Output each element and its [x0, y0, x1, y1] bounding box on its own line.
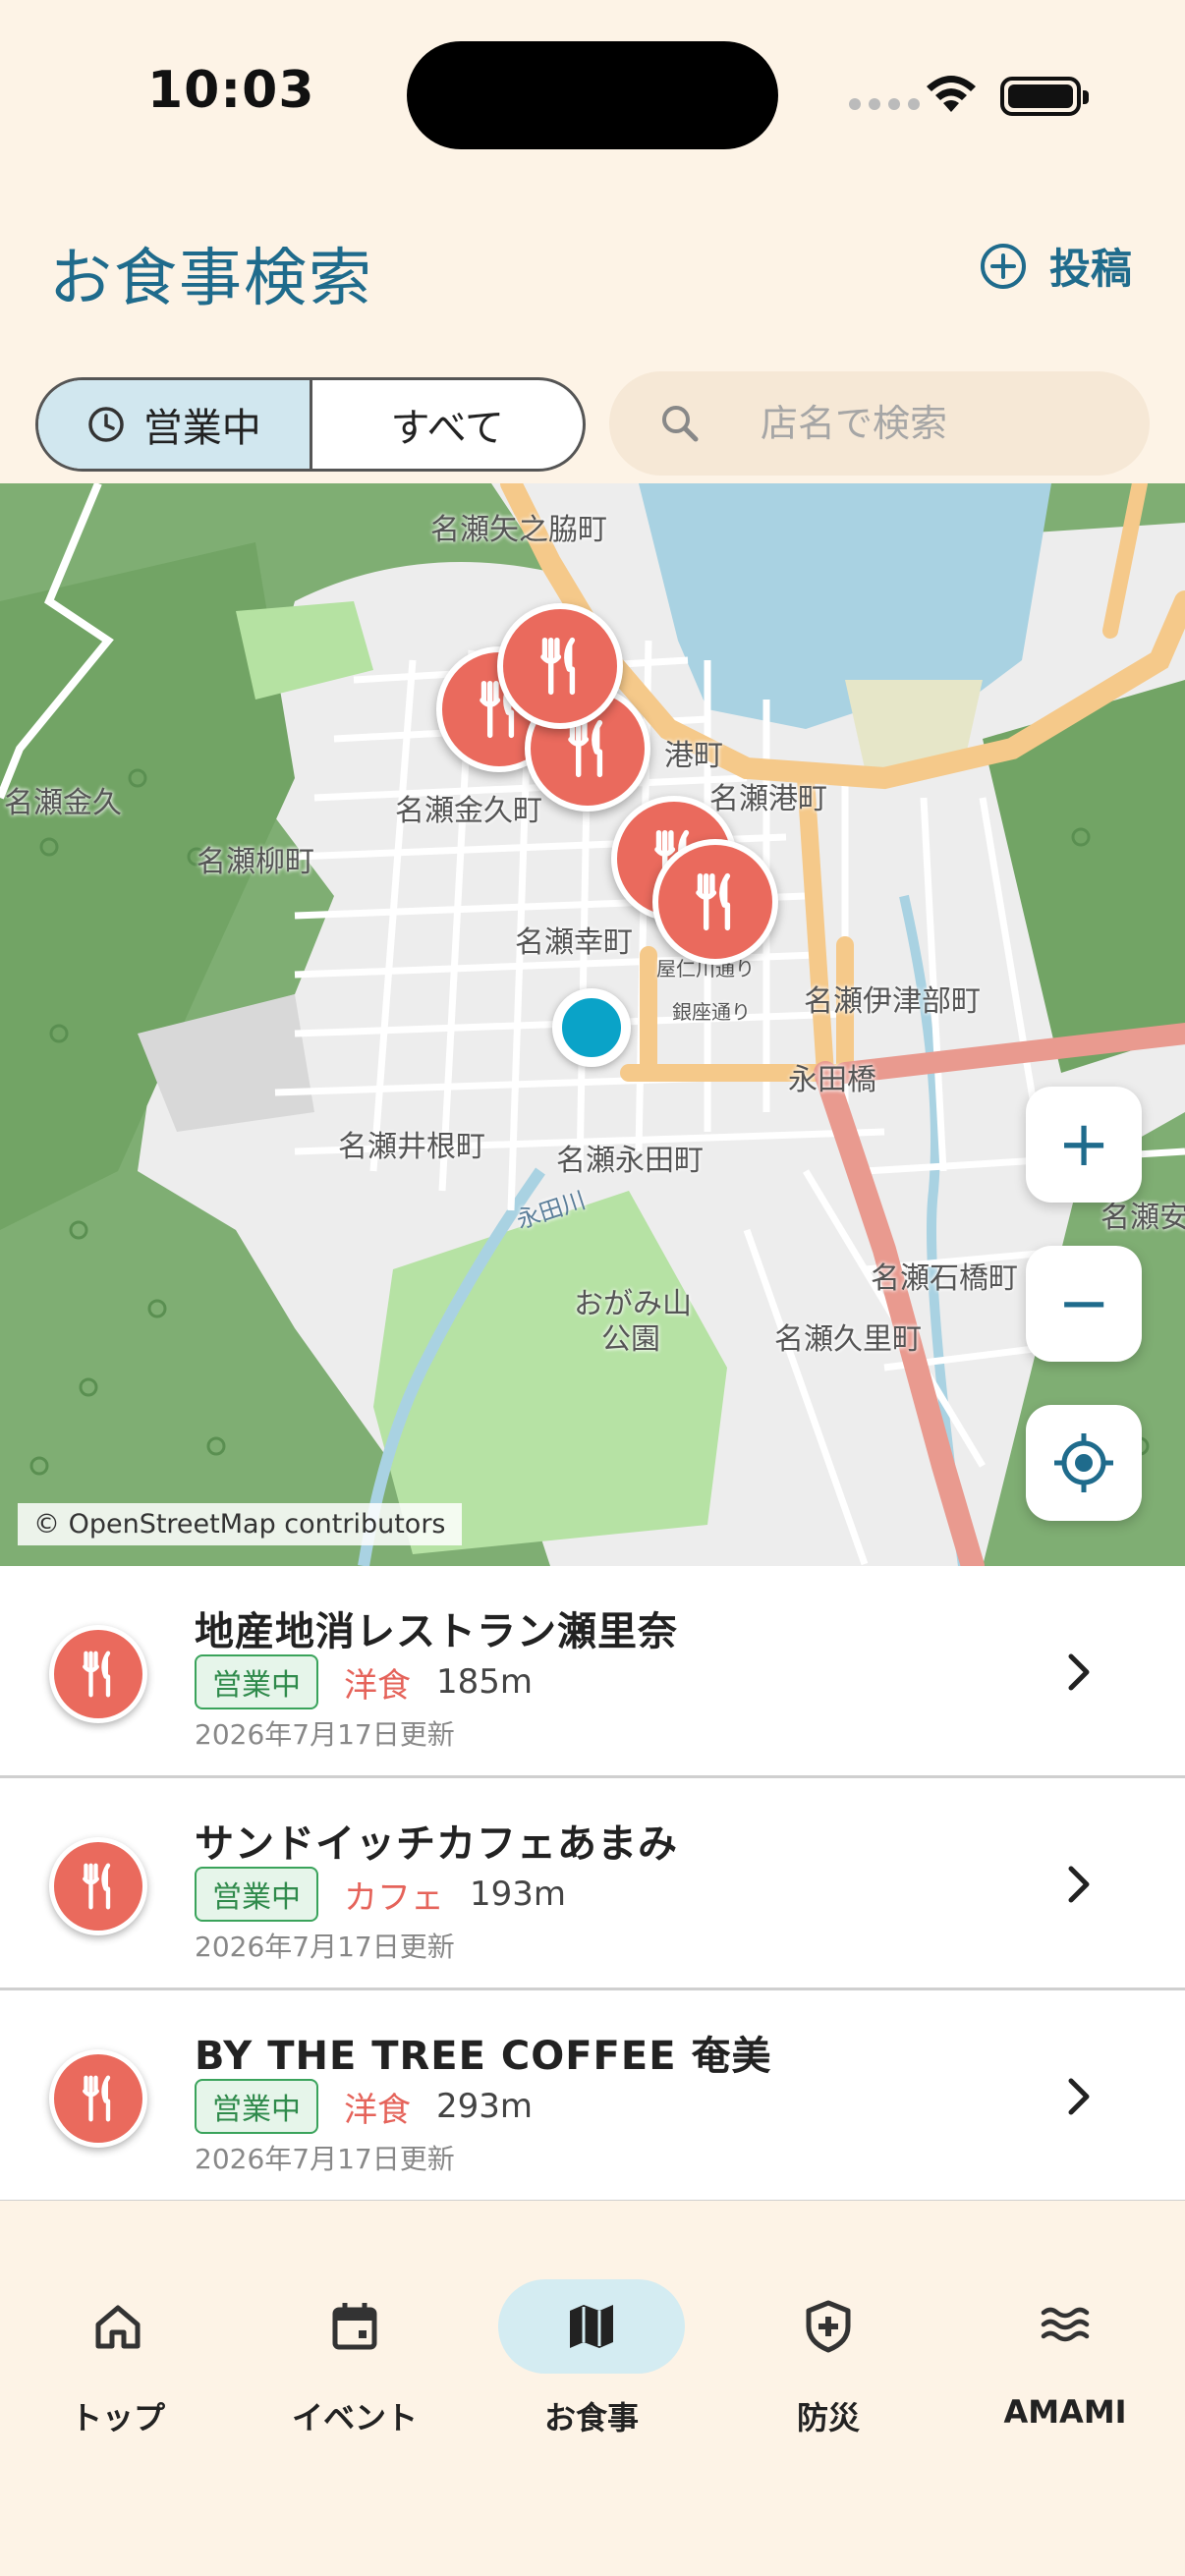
- restaurant-updated: 2026年7月17日更新: [195, 1931, 455, 1963]
- restaurant-meta: 営業中 カフェ 193m: [195, 1867, 566, 1922]
- restaurant-category: 洋食: [344, 2090, 411, 2130]
- restaurant-pin[interactable]: [652, 839, 778, 965]
- restaurant-meta: 営業中 洋食 185m: [195, 1654, 533, 1709]
- calendar-icon: [261, 2279, 448, 2374]
- waves-icon: [972, 2279, 1158, 2374]
- restaurant-row[interactable]: 地産地消レストラン瀬里奈 営業中 洋食 185m 2026年7月17日更新: [0, 1566, 1185, 1778]
- restaurant-list: 地産地消レストラン瀬里奈 営業中 洋食 185m 2026年7月17日更新 サン…: [0, 1566, 1185, 2203]
- chevron-right-icon: [1068, 2078, 1090, 2115]
- filter-open-now[interactable]: 営業中: [38, 380, 312, 469]
- map-label: 名瀬金久町: [395, 794, 542, 828]
- restaurant-distance: 185m: [436, 1662, 534, 1702]
- restaurant-distance: 293m: [436, 2087, 534, 2126]
- bottom-tab-bar: トップ イベント お食事 防災 AMAMI: [0, 2201, 1185, 2576]
- post-button-label: 投稿: [1049, 245, 1133, 293]
- map-label: 名瀬井根町: [338, 1130, 485, 1164]
- status-badge: 営業中: [195, 1654, 318, 1709]
- battery-icon: [1000, 77, 1089, 116]
- map-label: 名瀬永田町: [556, 1144, 704, 1178]
- restaurant-updated: 2026年7月17日更新: [195, 1718, 455, 1751]
- dynamic-island: [407, 41, 778, 149]
- tab-label: イベント: [291, 2399, 418, 2436]
- shield-plus-icon: [735, 2279, 922, 2374]
- fork-knife-icon: [540, 637, 576, 696]
- status-badge: 営業中: [195, 1867, 318, 1922]
- tab-food[interactable]: お食事: [493, 2279, 690, 2446]
- status-bar: 10:03: [0, 0, 1185, 196]
- restaurant-distance: 193m: [470, 1875, 567, 1914]
- restaurant-name: BY THE TREE COFFEE 奄美: [195, 2034, 772, 2079]
- tab-label: AMAMI: [1003, 2393, 1127, 2431]
- search-bar: [609, 371, 1150, 476]
- map-label: 銀座通り: [672, 1000, 751, 1024]
- restaurant-category: 洋食: [344, 1665, 411, 1706]
- map-view[interactable]: 名瀬矢之脇町 名瀬金久 名瀬金久町 名瀬柳町 港町 名瀬港町 名瀬幸町 名瀬伊津…: [0, 483, 1185, 1566]
- restaurant-updated: 2026年7月17日更新: [195, 2143, 455, 2175]
- status-badge: 営業中: [195, 2079, 318, 2134]
- chevron-right-icon: [1068, 1653, 1090, 1691]
- zoom-in-button[interactable]: +: [1026, 1087, 1142, 1203]
- tab-disaster[interactable]: 防災: [730, 2279, 927, 2446]
- restaurant-icon: [49, 2049, 147, 2148]
- chevron-right-icon: [1068, 1866, 1090, 1903]
- wifi-icon: [927, 76, 976, 112]
- map-attribution[interactable]: © OpenStreetMap contributors: [18, 1503, 462, 1545]
- tab-label: お食事: [543, 2399, 639, 2436]
- minus-icon: −: [1057, 1267, 1110, 1340]
- filter-open-now-label: 営業中: [142, 406, 261, 451]
- restaurant-row[interactable]: BY THE TREE COFFEE 奄美 営業中 洋食 293m 2026年7…: [0, 1990, 1185, 2203]
- signal-icon: [849, 98, 920, 110]
- status-time: 10:03: [147, 61, 315, 120]
- clock-icon: [88, 407, 124, 442]
- map-label: 名瀬石橋町: [871, 1261, 1018, 1296]
- open-filter-toggle: 営業中 すべて: [35, 377, 586, 472]
- map-label: 名瀬金久: [4, 786, 122, 820]
- tab-amami[interactable]: AMAMI: [967, 2279, 1163, 2446]
- current-location-dot: [552, 988, 631, 1067]
- restaurant-icon: [49, 1625, 147, 1723]
- map-label: 公園: [601, 1322, 660, 1357]
- fork-knife-icon: [83, 1651, 111, 1698]
- filter-all-label: すべて: [390, 406, 505, 451]
- fork-knife-icon: [83, 2075, 111, 2122]
- tab-top[interactable]: トップ: [20, 2279, 216, 2446]
- fork-knife-icon: [83, 1863, 111, 1910]
- map-label: 名瀬久里町: [774, 1322, 922, 1357]
- tab-label: トップ: [70, 2399, 165, 2436]
- map-label: 港町: [664, 739, 723, 773]
- search-input[interactable]: [761, 402, 1114, 445]
- fork-knife-icon: [696, 872, 731, 931]
- restaurant-pin[interactable]: [497, 603, 623, 729]
- map-label: 名瀬矢之脇町: [430, 513, 607, 547]
- map-label: 名瀬幸町: [515, 925, 633, 960]
- home-icon: [25, 2279, 211, 2374]
- map-label: 永田橋: [788, 1063, 876, 1097]
- map-label: 名瀬港町: [709, 782, 827, 816]
- restaurant-row[interactable]: サンドイッチカフェあまみ 営業中 カフェ 193m 2026年7月17日更新: [0, 1778, 1185, 1990]
- map-label: 名瀬伊津部町: [804, 984, 981, 1019]
- restaurant-name: サンドイッチカフェあまみ: [195, 1821, 678, 1867]
- crosshair-icon: [1054, 1433, 1113, 1492]
- map-icon: [498, 2279, 685, 2374]
- locate-me-button[interactable]: [1026, 1405, 1142, 1521]
- search-icon: [662, 406, 699, 442]
- post-button[interactable]: 投稿: [979, 236, 1132, 296]
- tab-event[interactable]: イベント: [256, 2279, 453, 2446]
- map-label: 名瀬柳町: [197, 845, 314, 879]
- restaurant-meta: 営業中 洋食 293m: [195, 2079, 533, 2134]
- restaurant-name: 地産地消レストラン瀬里奈: [195, 1609, 678, 1654]
- page-title: お食事検索: [49, 243, 373, 315]
- filter-all[interactable]: すべて: [312, 380, 584, 469]
- restaurant-category: カフェ: [344, 1877, 444, 1918]
- tab-label: 防災: [796, 2399, 860, 2436]
- zoom-out-button[interactable]: −: [1026, 1246, 1142, 1362]
- plus-circle-icon: [981, 243, 1026, 289]
- plus-icon: +: [1057, 1108, 1110, 1181]
- restaurant-icon: [49, 1837, 147, 1935]
